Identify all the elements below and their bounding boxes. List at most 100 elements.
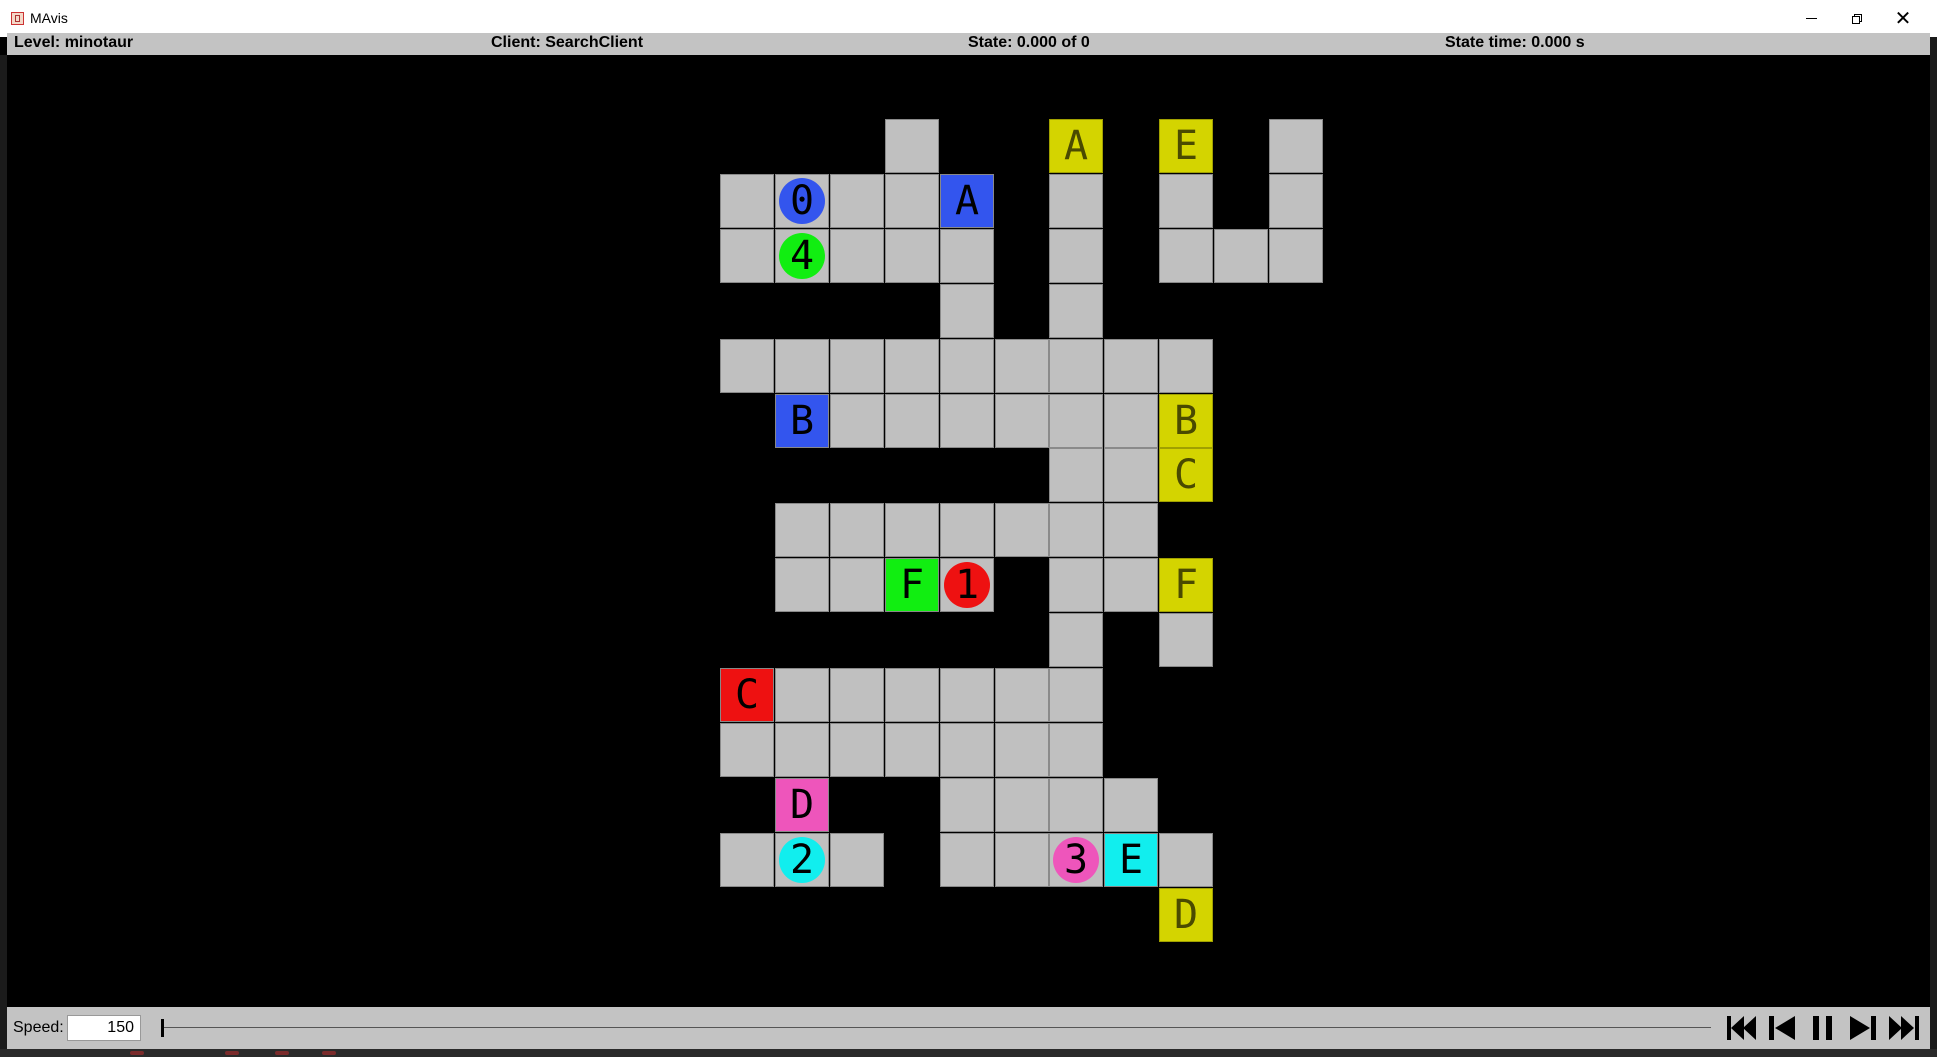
floor-cell — [1049, 448, 1103, 502]
floor-cell — [885, 174, 939, 228]
floor-cell — [995, 503, 1049, 557]
state-label: State: 0.000 of 0 — [968, 34, 1090, 51]
floor-cell — [940, 503, 994, 557]
floor-cell — [775, 503, 829, 557]
floor-cell — [1049, 668, 1103, 722]
floor-cell — [830, 668, 884, 722]
status-bar: Level: minotaur Client: SearchClient Sta… — [7, 33, 1930, 55]
floor-cell — [1269, 119, 1323, 173]
box-e: E — [1104, 833, 1158, 887]
floor-cell — [1049, 339, 1103, 393]
floor-cell — [940, 394, 994, 448]
floor-cell — [830, 503, 884, 557]
step-back-button[interactable] — [1765, 1015, 1799, 1041]
skip-to-start-button[interactable] — [1725, 1015, 1759, 1041]
floor-cell — [1049, 284, 1103, 338]
floor-cell — [1104, 558, 1158, 612]
floor-cell — [940, 723, 994, 777]
floor-cell — [940, 833, 994, 887]
floor-cell — [830, 229, 884, 283]
state-slider-thumb[interactable] — [161, 1019, 164, 1037]
pause-button[interactable] — [1806, 1015, 1840, 1041]
floor-cell — [1049, 778, 1103, 832]
floor-cell — [830, 558, 884, 612]
floor-cell — [1159, 174, 1213, 228]
client-label: Client: SearchClient — [491, 34, 644, 51]
floor-cell — [1104, 448, 1158, 502]
minimize-button[interactable] — [1788, 0, 1834, 37]
level-board: AE0A4BBCF1FCD23ED — [7, 55, 1930, 1007]
agent-4: 4 — [779, 233, 825, 279]
box-d: D — [775, 778, 829, 832]
floor-cell — [1049, 229, 1103, 283]
floor-cell — [1104, 778, 1158, 832]
floor-cell — [830, 833, 884, 887]
floor-cell — [1159, 229, 1213, 283]
floor-cell — [995, 339, 1049, 393]
level-label: Level: minotaur — [14, 34, 134, 51]
window-left-edge — [0, 55, 7, 1049]
goal-b: B — [1159, 394, 1213, 448]
window-right-edge — [1930, 37, 1937, 1049]
floor-cell — [775, 723, 829, 777]
floor-cell — [995, 723, 1049, 777]
step-forward-button[interactable] — [1846, 1015, 1880, 1041]
floor-cell — [830, 723, 884, 777]
floor-cell — [720, 723, 774, 777]
floor-cell — [775, 668, 829, 722]
box-b: B — [775, 394, 829, 448]
taskbar-edge — [0, 1049, 1937, 1057]
java-app-icon — [11, 12, 24, 25]
floor-cell — [885, 394, 939, 448]
floor-cell — [995, 778, 1049, 832]
floor-cell — [1104, 394, 1158, 448]
playback-controls: Speed: 150 — [7, 1007, 1930, 1049]
restore-icon — [1852, 13, 1862, 24]
state-time-label: State time: 0.000 s — [1445, 34, 1585, 51]
state-slider-track[interactable] — [161, 1027, 1711, 1028]
floor-cell — [1159, 833, 1213, 887]
floor-cell — [995, 394, 1049, 448]
floor-cell — [885, 668, 939, 722]
box-f: F — [885, 558, 939, 612]
agent-1: 1 — [944, 562, 990, 608]
speed-input[interactable]: 150 — [67, 1015, 141, 1041]
agent-2: 2 — [779, 837, 825, 883]
floor-cell — [940, 339, 994, 393]
floor-cell — [940, 284, 994, 338]
agent-3: 3 — [1053, 837, 1099, 883]
floor-cell — [940, 778, 994, 832]
floor-cell — [885, 723, 939, 777]
floor-cell — [1049, 503, 1103, 557]
goal-f: F — [1159, 558, 1213, 612]
floor-cell — [1104, 339, 1158, 393]
agent-0: 0 — [779, 178, 825, 224]
goal-a: A — [1049, 119, 1103, 173]
floor-cell — [1159, 613, 1213, 667]
floor-cell — [1214, 229, 1268, 283]
speed-label: Speed: — [13, 1019, 64, 1036]
floor-cell — [1049, 723, 1103, 777]
restore-button[interactable] — [1834, 0, 1880, 37]
goal-d: D — [1159, 888, 1213, 942]
floor-cell — [940, 668, 994, 722]
floor-cell — [775, 339, 829, 393]
floor-cell — [1269, 229, 1323, 283]
goal-c: C — [1159, 448, 1213, 502]
floor-cell — [720, 229, 774, 283]
floor-cell — [1269, 174, 1323, 228]
floor-cell — [885, 339, 939, 393]
floor-cell — [830, 394, 884, 448]
goal-e: E — [1159, 119, 1213, 173]
floor-cell — [720, 174, 774, 228]
floor-cell — [1104, 503, 1158, 557]
floor-cell — [885, 503, 939, 557]
close-icon: ✕ — [1894, 8, 1912, 30]
skip-to-end-button[interactable] — [1887, 1015, 1921, 1041]
floor-cell — [1049, 558, 1103, 612]
close-button[interactable]: ✕ — [1880, 0, 1926, 37]
floor-cell — [775, 558, 829, 612]
box-c: C — [720, 668, 774, 722]
floor-cell — [720, 339, 774, 393]
floor-cell — [995, 833, 1049, 887]
